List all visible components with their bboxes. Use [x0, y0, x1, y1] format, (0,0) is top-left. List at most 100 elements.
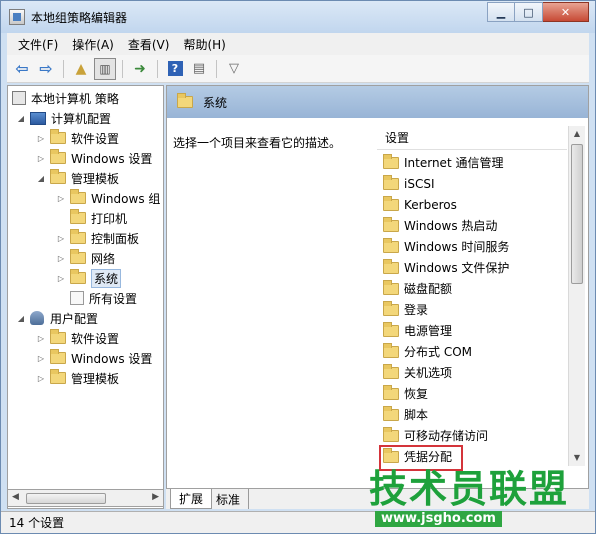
list-item[interactable]: 脚本	[383, 404, 428, 425]
list-item[interactable]: iSCSI	[383, 173, 435, 194]
up-level-button[interactable]: ▲	[70, 58, 92, 80]
list-item[interactable]: Internet 通信管理	[383, 152, 503, 173]
tree-item-label: Windows 设置	[71, 351, 153, 366]
list-item[interactable]: 分布式 COM	[383, 341, 472, 362]
tree-item-software-settings[interactable]: ▷ 软件设置	[36, 128, 119, 148]
forward-button[interactable]: ⇨	[35, 58, 57, 80]
folder-icon	[383, 279, 399, 295]
properties-button[interactable]: ▤	[188, 58, 210, 80]
back-button[interactable]: ⇦	[11, 58, 33, 80]
expand-arrow-icon[interactable]: ▷	[56, 234, 66, 243]
tree-item-windows-components[interactable]: ▷ Windows 组	[56, 188, 160, 208]
settings-list: 设置 Internet 通信管理 iSCSI Kerberos Windows …	[377, 126, 567, 488]
list-item-shutdown-options[interactable]: 关机选项	[383, 362, 452, 383]
forward-arrow-icon: ⇨	[39, 59, 53, 78]
collapse-arrow-icon[interactable]: ◢	[16, 114, 26, 123]
tab-standard[interactable]: 标准	[208, 489, 250, 509]
expand-arrow-icon[interactable]: ▷	[56, 274, 66, 283]
tree-item-user-software-settings[interactable]: ▷ 软件设置	[36, 328, 119, 348]
folder-icon	[70, 249, 86, 264]
menu-file[interactable]: 文件(F)	[11, 36, 65, 53]
scroll-right-icon[interactable]: ▶	[152, 492, 159, 502]
expand-arrow-icon[interactable]: ▷	[36, 154, 46, 163]
menu-view[interactable]: 查看(V)	[121, 36, 177, 53]
collapse-arrow-icon[interactable]: ◢	[16, 314, 26, 323]
tree-horizontal-scrollbar[interactable]: ◀ ▶	[7, 489, 164, 507]
menu-help[interactable]: 帮助(H)	[176, 36, 232, 53]
tree-item-admin-templates[interactable]: ◢ 管理模板	[36, 168, 119, 188]
tree-item-user-admin-templates[interactable]: ▷ 管理模板	[36, 368, 119, 388]
details-header: 系统	[167, 86, 588, 118]
filter-button[interactable]: ▽	[223, 58, 245, 80]
list-item[interactable]: Windows 时间服务	[383, 236, 509, 257]
expand-arrow-icon[interactable]: ▷	[36, 354, 46, 363]
list-item-label: Kerberos	[404, 197, 457, 212]
tree-item-computer-config[interactable]: ◢ 计算机配置	[16, 108, 111, 128]
tree-item-label: 控制面板	[91, 231, 140, 246]
list-item[interactable]: Kerberos	[383, 194, 457, 215]
folder-icon	[70, 269, 86, 284]
scrollbar-thumb[interactable]	[26, 493, 106, 504]
show-hide-tree-button[interactable]: ▥	[94, 57, 116, 80]
list-item[interactable]: 登录	[383, 299, 428, 320]
tree-item-label: 打印机	[91, 211, 128, 226]
list-item-label: 恢复	[404, 387, 429, 401]
list-item[interactable]: 可移动存储访问	[383, 425, 488, 446]
maximize-button[interactable]: □	[515, 2, 543, 22]
scrollbar-thumb[interactable]	[571, 144, 583, 284]
scroll-up-icon[interactable]: ▲	[569, 126, 585, 142]
tree-item-network[interactable]: ▷ 网络	[56, 248, 115, 268]
help-button[interactable]: ?	[164, 58, 186, 80]
status-text: 14 个设置	[9, 516, 65, 530]
tree-item-system[interactable]: ▷ 系统	[56, 268, 122, 288]
folder-icon	[50, 329, 66, 344]
tree-item-user-config[interactable]: ◢ 用户配置	[16, 308, 98, 328]
tree-item-all-settings[interactable]: 所有设置	[70, 288, 137, 308]
close-button[interactable]: ✕	[543, 2, 589, 22]
list-item[interactable]: 恢复	[383, 383, 428, 404]
folder-icon	[70, 209, 86, 224]
column-header-setting[interactable]: 设置	[377, 126, 567, 150]
folder-icon	[50, 149, 66, 164]
expand-arrow-icon[interactable]: ▷	[56, 194, 66, 203]
tree-item-label: 管理模板	[71, 371, 120, 386]
computer-icon	[30, 111, 46, 125]
folder-icon	[383, 153, 399, 169]
folder-icon	[383, 237, 399, 253]
tree-item-printers[interactable]: 打印机	[70, 208, 127, 228]
tree-item-windows-settings[interactable]: ▷ Windows 设置	[36, 148, 152, 168]
tree-item-root[interactable]: 本地计算机 策略	[12, 88, 119, 108]
tree-item-label: 本地计算机 策略	[31, 91, 119, 106]
scroll-down-icon[interactable]: ▼	[569, 450, 585, 466]
folder-icon	[50, 129, 66, 144]
list-item-label: 脚本	[404, 408, 429, 422]
tree-item-label: 网络	[91, 251, 116, 266]
list-item-label: Windows 热启动	[404, 219, 498, 233]
tree-item-user-windows-settings[interactable]: ▷ Windows 设置	[36, 348, 152, 368]
tree-item-label: 用户配置	[50, 311, 99, 326]
scroll-left-icon[interactable]: ◀	[12, 492, 19, 502]
expand-arrow-icon[interactable]: ▷	[56, 254, 66, 263]
list-item-label: 登录	[404, 303, 429, 317]
tree-pane: 本地计算机 策略 ◢ 计算机配置 ▷ 软件设置 ▷ Windows 设置 ◢ 管…	[7, 85, 164, 509]
folder-icon	[50, 369, 66, 384]
menu-action[interactable]: 操作(A)	[65, 36, 121, 53]
tree-item-control-panel[interactable]: ▷ 控制面板	[56, 228, 139, 248]
list-item-label: 关机选项	[404, 366, 453, 380]
tab-extended[interactable]: 扩展	[170, 489, 213, 509]
minimize-button[interactable]: ▁	[487, 2, 515, 22]
list-item[interactable]: Windows 文件保护	[383, 257, 509, 278]
list-item-label: Internet 通信管理	[404, 156, 504, 170]
expand-arrow-icon[interactable]: ▷	[36, 334, 46, 343]
export-list-button[interactable]: ➜	[129, 58, 151, 80]
list-item[interactable]: 磁盘配额	[383, 278, 452, 299]
expand-arrow-icon[interactable]: ▷	[36, 134, 46, 143]
tree-item-label: 软件设置	[71, 331, 120, 346]
expand-arrow-icon[interactable]: ▷	[36, 374, 46, 383]
collapse-arrow-icon[interactable]: ◢	[36, 174, 46, 183]
title-bar[interactable]: 本地组策略编辑器 ▁ □ ✕	[1, 1, 595, 33]
details-vertical-scrollbar[interactable]: ▲ ▼	[568, 126, 585, 466]
folder-icon	[177, 93, 193, 108]
list-item[interactable]: 电源管理	[383, 320, 452, 341]
list-item[interactable]: Windows 热启动	[383, 215, 497, 236]
